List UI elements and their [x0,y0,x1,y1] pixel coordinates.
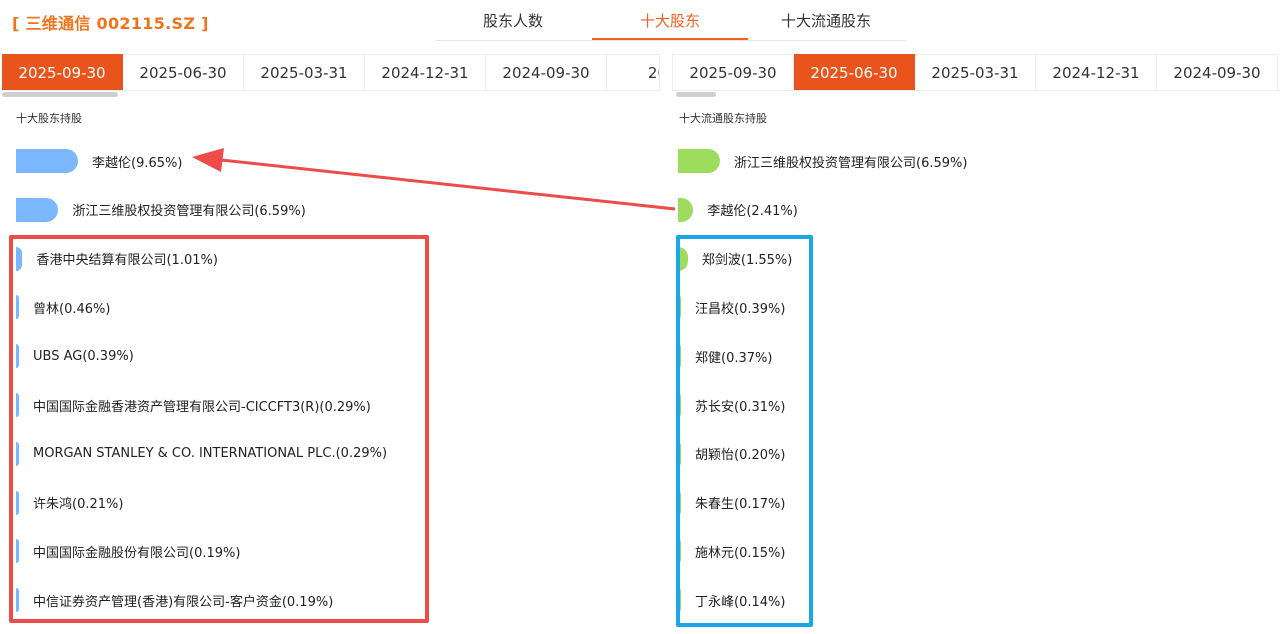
left-holder-label: 香港中央结算有限公司(1.01%) [36,253,218,269]
right-holding-bar [678,197,694,222]
left-holding-bar [16,441,19,466]
left-holder-row[interactable]: 浙江三维股权投资管理有限公司(6.59%) [16,197,306,223]
left-holder-label: 许朱鸿(0.21%) [33,497,124,513]
right-holder-row[interactable]: 朱春生(0.17%) [678,490,785,516]
right-holding-bar [678,295,681,320]
right-holder-row[interactable]: 施林元(0.15%) [678,538,785,564]
right-holder-row[interactable]: 胡颖怡(0.20%) [678,441,785,467]
right-holder-row[interactable]: 汪昌校(0.39%) [678,294,785,320]
right-holder-row[interactable]: 郑健(0.37%) [678,343,772,369]
left-holder-row[interactable]: 中国国际金融香港资产管理有限公司-CICCFT3(R)(0.29%) [16,392,371,418]
right-date-tab[interactable]: 2024-09-30 [1157,54,1278,90]
right-holding-bar [678,393,681,417]
left-holder-row[interactable]: MORGAN STANLEY & CO. INTERNATIONAL PLC.(… [16,441,387,467]
right-holder-row[interactable]: 浙江三维股权投资管理有限公司(6.59%) [678,148,967,174]
right-holder-label: 李越伦(2.41%) [707,204,798,220]
left-annotation-box [9,235,429,623]
stock-title: [ 三维通信 002115.SZ ] [12,14,209,33]
left-holding-bar [16,149,78,173]
left-date-tab[interactable]: 2024-12-31 [365,54,486,90]
left-holding-bar [16,393,19,417]
tab-top-ten-shareholders[interactable]: 十大股东 [592,4,748,40]
right-holding-bar [678,539,681,564]
left-date-tab[interactable]: 2025-09-30 [2,54,123,90]
left-date-tab[interactable]: 2024-09-30 [486,54,607,90]
right-holder-label: 丁永峰(0.14%) [695,594,786,610]
left-holder-label: 曾林(0.46%) [33,301,111,317]
right-holding-bar [678,490,681,515]
right-holder-label: 苏长安(0.31%) [695,399,786,415]
left-holder-label: 中国国际金融香港资产管理有限公司-CICCFT3(R)(0.29%) [33,399,371,415]
left-holding-bar [16,295,19,320]
right-date-tab[interactable]: 2025-09-30 [673,54,794,90]
left-date-tab[interactable]: 2025-06-30 [123,54,244,90]
left-holder-row[interactable]: 许朱鸿(0.21%) [16,490,123,516]
left-date-tab[interactable]: 2025-03-31 [244,54,365,90]
left-holder-row[interactable]: 李越伦(9.65%) [16,148,182,174]
right-holder-label: 汪昌校(0.39%) [695,301,786,317]
left-holding-bar [16,588,19,613]
right-holder-row[interactable]: 苏长安(0.31%) [678,392,785,418]
right-date-tab[interactable]: 2025-03-31 [915,54,1036,90]
right-holder-row[interactable]: 李越伦(2.41%) [678,197,798,223]
right-holder-row[interactable]: 郑剑波(1.55%) [678,246,792,272]
right-section-heading: 十大流通股东持股 [679,112,767,125]
left-holder-row[interactable]: 曾林(0.46%) [16,294,110,320]
left-date-scrollbar[interactable] [2,92,118,97]
left-holding-bar [16,344,19,369]
right-holder-label: 郑健(0.37%) [695,350,773,366]
right-date-tab-strip: 2025-09-30 2025-06-30 2025-03-31 2024-12-31… [672,54,1280,91]
left-holder-row[interactable]: UBS AG(0.39%) [16,343,134,369]
left-holding-bar [16,539,19,564]
tab-top-ten-float-shareholders[interactable]: 十大流通股东 [766,4,886,40]
right-date-tab[interactable]: 2024-12-31 [1036,54,1157,90]
left-holder-label: 中国国际金融股份有限公司(0.19%) [33,545,241,561]
left-holder-label: 浙江三维股权投资管理有限公司(6.59%) [72,204,306,220]
left-holder-label: 李越伦(9.65%) [92,155,183,171]
right-date-scrollbar[interactable] [676,92,716,97]
left-date-tab[interactable]: 2024 [607,54,659,90]
right-holder-label: 胡颖怡(0.20%) [695,448,786,464]
right-holder-label: 浙江三维股权投资管理有限公司(6.59%) [734,155,968,171]
left-holder-row[interactable]: 中信证券资产管理(香港)有限公司-客户资金(0.19%) [16,587,333,613]
right-holder-row[interactable]: 丁永峰(0.14%) [678,587,785,613]
left-holder-row[interactable]: 香港中央结算有限公司(1.01%) [16,246,218,272]
tab-shareholder-count[interactable]: 股东人数 [454,4,572,40]
right-holder-label: 施林元(0.15%) [695,545,786,561]
left-holder-label: 中信证券资产管理(香港)有限公司-客户资金(0.19%) [33,594,334,610]
left-holder-label: MORGAN STANLEY & CO. INTERNATIONAL PLC.(… [33,446,388,462]
left-holding-bar [16,197,59,222]
right-holding-bar [678,149,720,173]
right-holding-bar [678,246,688,271]
right-holding-bar [678,441,681,466]
annotation-arrow-head [192,148,224,172]
left-holder-row[interactable]: 中国国际金融股份有限公司(0.19%) [16,538,240,564]
left-holding-bar [16,246,23,271]
left-date-tab-strip: 2025-09-30 2025-06-30 2025-03-31 2024-12-31… [2,54,660,91]
right-holder-label: 郑剑波(1.55%) [701,253,793,269]
right-date-tab[interactable]: 2025-06-30 [794,54,915,90]
left-section-heading: 十大股东持股 [16,112,82,125]
left-holding-bar [16,490,19,515]
left-holder-label: UBS AG(0.39%) [33,348,134,364]
main-tab-bar: 股东人数 十大股东 十大流通股东 [436,4,906,41]
right-holder-label: 朱春生(0.17%) [695,497,786,513]
right-holding-bar [678,344,681,369]
right-holding-bar [678,588,681,613]
